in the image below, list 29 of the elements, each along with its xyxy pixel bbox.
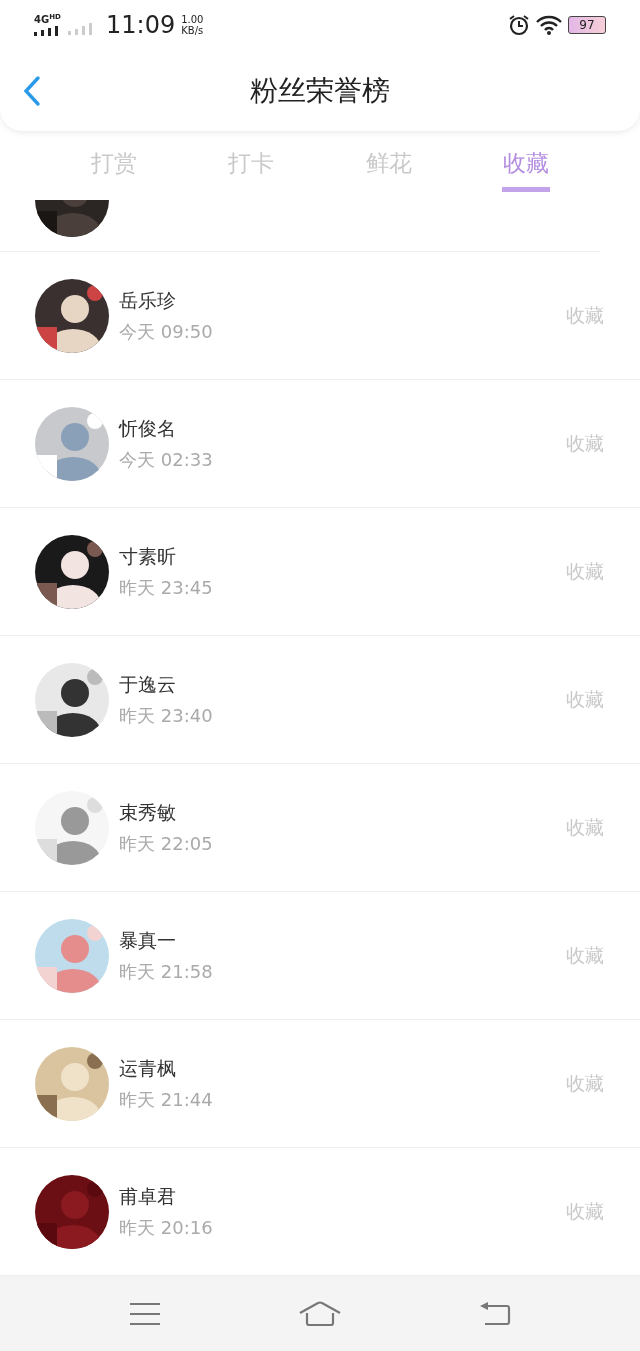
fan-time: 今天 02:33 <box>119 447 214 472</box>
menu-icon[interactable] <box>128 1301 161 1326</box>
fan-name: 忻俊名 <box>119 415 177 441</box>
speed-unit: KB/s <box>181 25 204 36</box>
home-icon[interactable] <box>298 1300 342 1327</box>
fan-time: 今天 09:50 <box>119 319 214 344</box>
fan-name: 暴真一 <box>119 927 177 953</box>
alarm-icon <box>508 14 530 36</box>
back-icon[interactable] <box>22 74 42 107</box>
battery-icon: 97 <box>568 16 606 34</box>
fan-time: 昨天 23:40 <box>119 703 214 728</box>
fan-time: 昨天 22:05 <box>119 831 214 856</box>
network-type: 4G$^{HD}$ <box>34 14 62 26</box>
fan-name: 于逸云 <box>119 671 177 697</box>
fan-time: 昨天 20:16 <box>119 1215 214 1240</box>
fan-name: 运青枫 <box>119 1055 177 1081</box>
wifi-icon <box>536 15 562 35</box>
fan-name: 岳乐珍 <box>119 287 177 313</box>
fan-name: 束秀敏 <box>119 799 177 825</box>
fan-time: 昨天 23:45 <box>119 575 214 600</box>
speed-value: 1.00 <box>181 14 204 25</box>
fan-name: 寸素昕 <box>119 543 177 569</box>
clock-time: 11:09 <box>106 11 176 39</box>
tab[interactable]: 收藏 <box>502 131 551 200</box>
fan-time: 昨天 21:44 <box>119 1087 214 1112</box>
fan-time: 昨天 21:58 <box>119 959 214 984</box>
page-title: 粉丝荣誉榜 <box>250 72 390 109</box>
fan-name: 甫卓君 <box>119 1183 177 1209</box>
back-icon[interactable] <box>479 1300 512 1327</box>
